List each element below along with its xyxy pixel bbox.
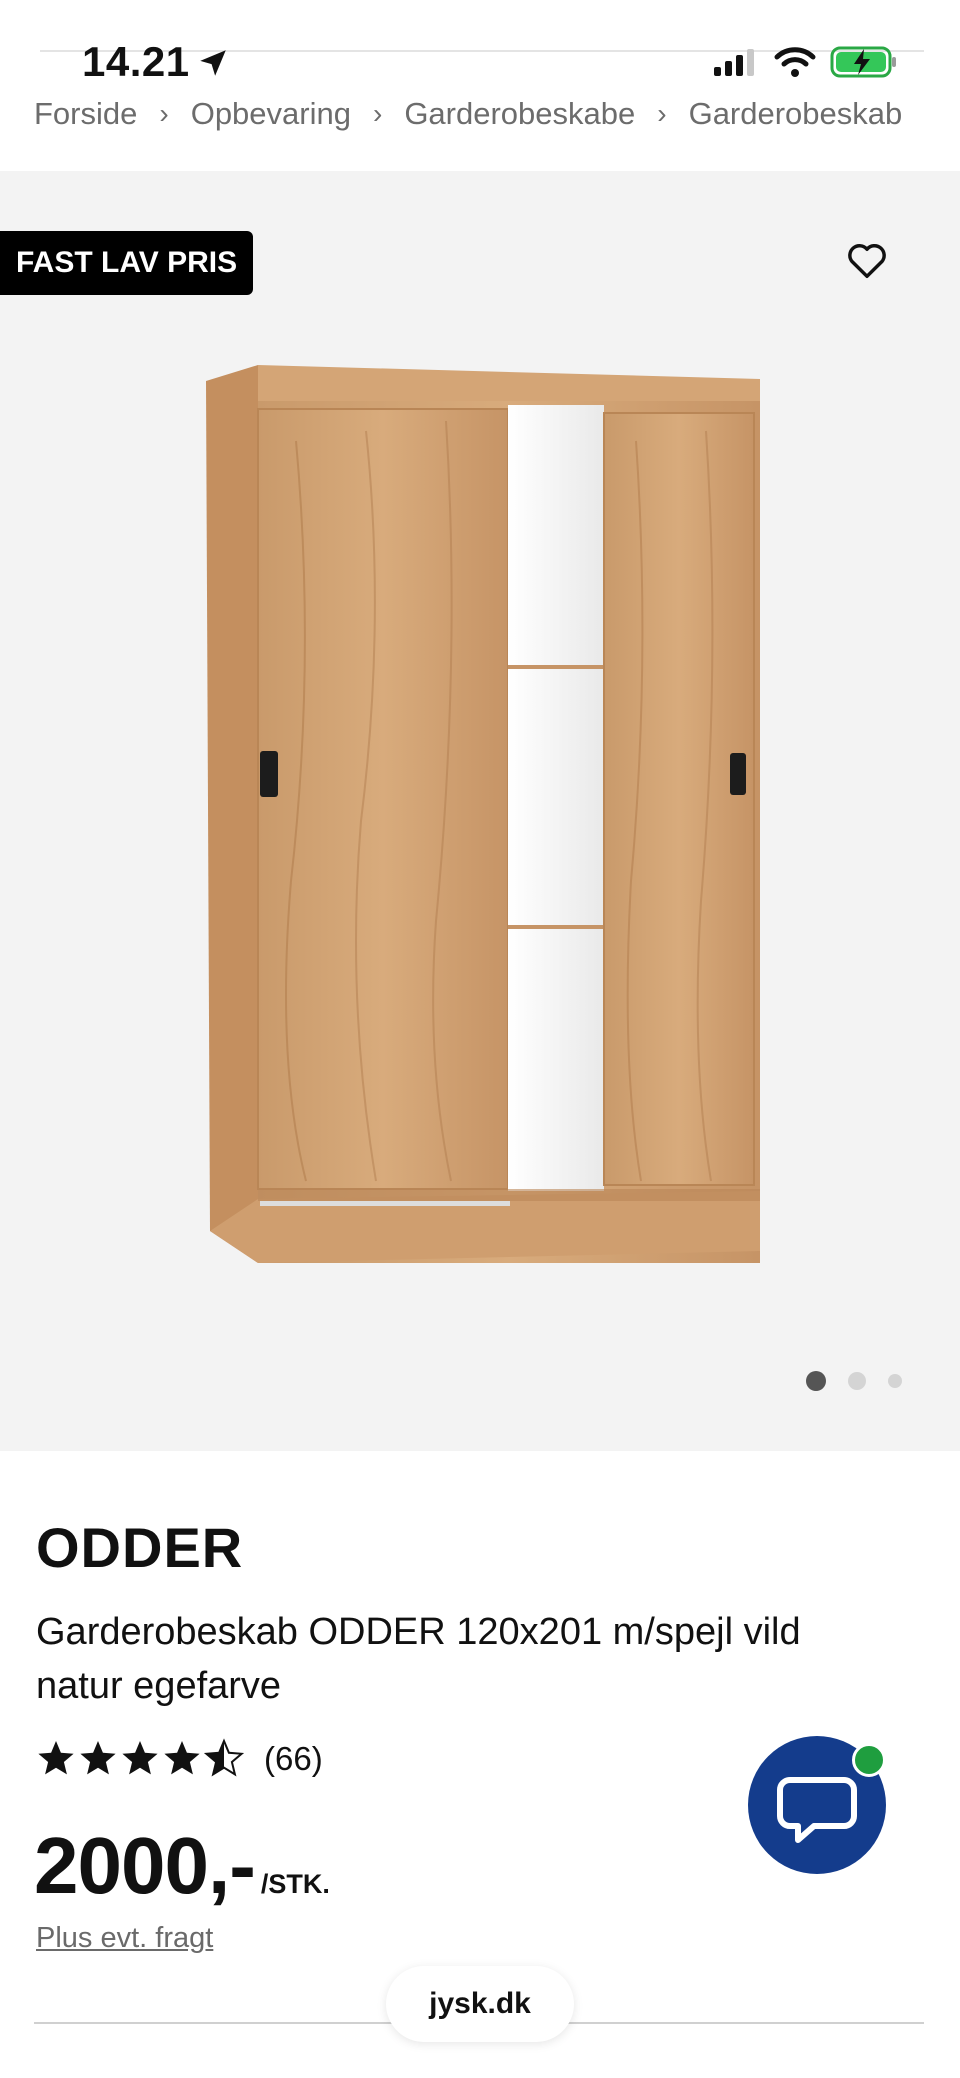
price-badge: FAST LAV PRIS [0, 231, 254, 295]
location-arrow-icon [200, 50, 226, 76]
signal-icon [714, 49, 754, 76]
breadcrumb: Forside › Opbevaring › Garderobeskabe › … [34, 96, 902, 132]
status-time: 14.21 [82, 38, 190, 85]
chat-status-dot [852, 1743, 886, 1777]
chevron-right-icon: › [159, 98, 169, 129]
price: 2000,- [34, 1821, 256, 1910]
battery-charging-icon [830, 46, 896, 78]
wifi-icon [774, 47, 816, 77]
status-icons [712, 44, 898, 80]
chevron-right-icon: › [657, 98, 667, 129]
carousel-dot[interactable] [848, 1372, 866, 1390]
carousel-dot[interactable] [888, 1374, 902, 1388]
star-rating-icon [38, 1740, 243, 1776]
breadcrumb-item-garderobeskab[interactable]: Garderobeskab [689, 96, 903, 132]
product-image [206, 365, 760, 1263]
carousel-dots [806, 1371, 902, 1391]
product-description: Garderobeskab ODDER 120x201 m/spejl vild… [36, 1611, 801, 1707]
product-image-carousel[interactable]: FAST LAV PRIS [0, 171, 960, 1451]
breadcrumb-item-garderobeskabe[interactable]: Garderobeskabe [404, 96, 635, 132]
carousel-dot-active[interactable] [806, 1371, 826, 1391]
shipping-link[interactable]: Plus evt. fragt [36, 1922, 213, 1955]
rating[interactable]: (66) [36, 1738, 323, 1780]
heart-outline-icon[interactable] [844, 237, 890, 283]
breadcrumb-item-forside[interactable]: Forside [34, 96, 137, 132]
browser-url-bar[interactable]: jysk.dk [386, 1966, 574, 2042]
chevron-right-icon: › [372, 98, 383, 129]
product-brand: ODDER [36, 1516, 244, 1579]
rating-count[interactable]: (66) [264, 1740, 323, 1778]
price-unit: /STK. [260, 1869, 330, 1899]
breadcrumb-item-opbevaring[interactable]: Opbevaring [191, 96, 351, 132]
price-row: 2000,- /STK. [34, 1820, 330, 1912]
